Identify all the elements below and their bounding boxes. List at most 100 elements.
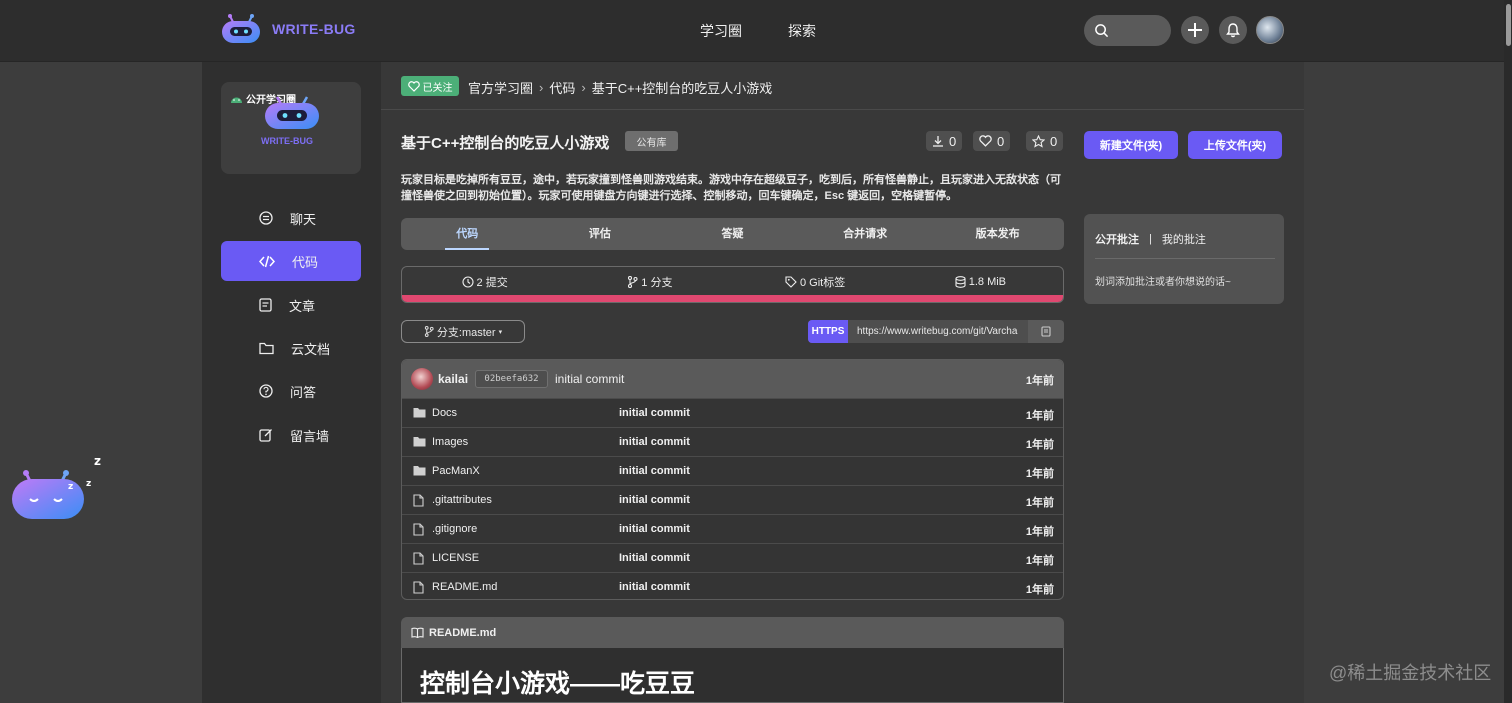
file-time: 1年前 [1025,497,1054,509]
committer-name[interactable]: kailai [438,372,468,386]
tag-icon [785,276,797,288]
nav-study-circle[interactable]: 学习圈 [700,21,742,41]
clone-url-box: HTTPS https://www.writebug.com/git/Varch… [808,320,1064,343]
branches-stat[interactable]: 1 分支 [567,267,732,297]
sidebar-item-message-wall[interactable]: 留言墙 [221,415,361,455]
sidebar-item-label: 留言墙 [290,428,330,444]
commits-stat[interactable]: 2 提交 [402,267,567,297]
file-name[interactable]: Docs [432,407,457,419]
folder-icon [413,437,426,447]
sleeping-robot-mascot-icon[interactable]: z z z [8,455,108,525]
file-commit-message[interactable]: initial commit [619,407,690,419]
tab-qa[interactable]: 答疑 [666,218,799,250]
chat-icon [259,211,273,225]
branch-selector[interactable]: 分支:master ▾ [401,320,525,343]
nav-explore[interactable]: 探索 [788,21,816,41]
like-count-value: 0 [997,133,1005,149]
tab-releases[interactable]: 版本发布 [931,218,1064,250]
download-count[interactable]: 0 [926,131,963,151]
new-file-button[interactable]: 新建文件(夹) [1084,131,1178,159]
book-icon [411,627,424,638]
table-row[interactable]: LICENSE Initial commit 1年前 [402,543,1063,572]
user-avatar[interactable] [1256,16,1284,44]
language-bar [402,295,1063,302]
table-row[interactable]: README.md initial commit 1年前 [402,572,1063,599]
notifications-button[interactable] [1219,16,1247,44]
like-count[interactable]: 0 [973,131,1011,151]
file-commit-message[interactable]: initial commit [619,494,690,506]
tab-code[interactable]: 代码 [401,218,534,250]
folder-icon [413,466,426,476]
file-name[interactable]: LICENSE [432,552,479,564]
clone-url-field[interactable]: https://www.writebug.com/git/Varcha [848,320,1028,343]
page-scrollbar[interactable] [1504,0,1512,703]
copy-url-button[interactable] [1028,320,1064,343]
file-name[interactable]: README.md [432,581,497,593]
file-commit-message[interactable]: initial commit [619,523,690,535]
tags-stat[interactable]: 0 Git标签 [733,267,898,297]
file-icon [413,552,424,565]
branches-stat-label: 1 分支 [641,277,673,289]
tab-public-annotations[interactable]: 公开批注 [1095,231,1139,247]
sidebar-item-chat[interactable]: 聊天 [221,198,361,238]
file-time: 1年前 [1025,439,1054,451]
file-time: 1年前 [1025,468,1054,480]
table-row[interactable]: .gitattributes initial commit 1年前 [402,485,1063,514]
download-count-value: 0 [949,133,957,149]
file-commit-message[interactable]: initial commit [619,581,690,593]
file-commit-message[interactable]: initial commit [619,436,690,448]
file-name[interactable]: .gitignore [432,523,477,535]
breadcrumb-repo: 基于C++控制台的吃豆人小游戏 [591,81,773,96]
size-stat-label: 1.8 MiB [968,276,1007,288]
watermark: @稀土掘金技术社区 [1329,663,1492,683]
annotation-hint: 划词添加批注或者你想说的话~ [1095,277,1231,288]
tab-evaluation[interactable]: 评估 [534,218,667,250]
sidebar-item-qa[interactable]: 问答 [221,371,361,411]
file-name[interactable]: PacManX [432,465,480,477]
star-icon [1032,134,1045,148]
upload-file-button[interactable]: 上传文件(夹) [1188,131,1282,159]
edit-icon [259,429,272,442]
sidebar-item-articles[interactable]: 文章 [221,285,361,325]
scrollbar-thumb[interactable] [1506,4,1511,46]
follow-badge[interactable]: 已关注 [401,76,459,96]
tab-my-annotations[interactable]: 我的批注 [1162,231,1206,247]
question-icon [259,384,273,398]
svg-text:z: z [94,455,101,468]
table-row[interactable]: Docs initial commit 1年前 [402,398,1063,427]
sidebar-item-cloud-docs[interactable]: 云文档 [221,328,361,368]
table-row[interactable]: Images initial commit 1年前 [402,427,1063,456]
star-count-value: 0 [1050,133,1058,149]
tags-stat-label: 0 Git标签 [800,277,846,289]
table-row[interactable]: PacManX initial commit 1年前 [402,456,1063,485]
site-logo[interactable]: WRITE-BUG [220,14,356,44]
latest-commit-row: kailai 02beefa632 initial commit 1年前 [402,360,1063,398]
search-input[interactable] [1084,15,1171,46]
article-icon [259,298,272,312]
commit-hash[interactable]: 02beefa632 [475,370,548,388]
group-card[interactable]: 公开学习圈 WRITE-BUG [221,82,361,174]
file-commit-message[interactable]: Initial commit [619,552,690,564]
download-icon [933,136,943,147]
add-button[interactable] [1181,16,1209,44]
branch-icon [424,326,434,337]
breadcrumb-code[interactable]: 代码 [549,78,575,97]
star-count[interactable]: 0 [1026,131,1064,151]
table-row[interactable]: .gitignore initial commit 1年前 [402,514,1063,543]
commit-message[interactable]: initial commit [555,372,624,386]
file-commit-message[interactable]: initial commit [619,465,690,477]
readme-heading: 控制台小游戏——吃豆豆 [420,670,696,698]
file-name[interactable]: Images [432,436,468,448]
committer-avatar[interactable] [411,368,433,390]
clone-protocol-button[interactable]: HTTPS [808,320,848,343]
heart-icon [407,80,420,92]
breadcrumb-study-circle[interactable]: 官方学习圈 [468,78,533,97]
sidebar-item-label: 聊天 [290,211,317,227]
file-name[interactable]: .gitattributes [432,494,492,506]
folder-icon [413,408,426,418]
robot-logo-icon [222,14,260,43]
sidebar-item-code[interactable]: 代码 [221,241,361,281]
tab-merge-requests[interactable]: 合并请求 [799,218,932,250]
caret-down-icon: ▾ [498,328,503,336]
sidebar-item-label: 云文档 [291,341,331,357]
